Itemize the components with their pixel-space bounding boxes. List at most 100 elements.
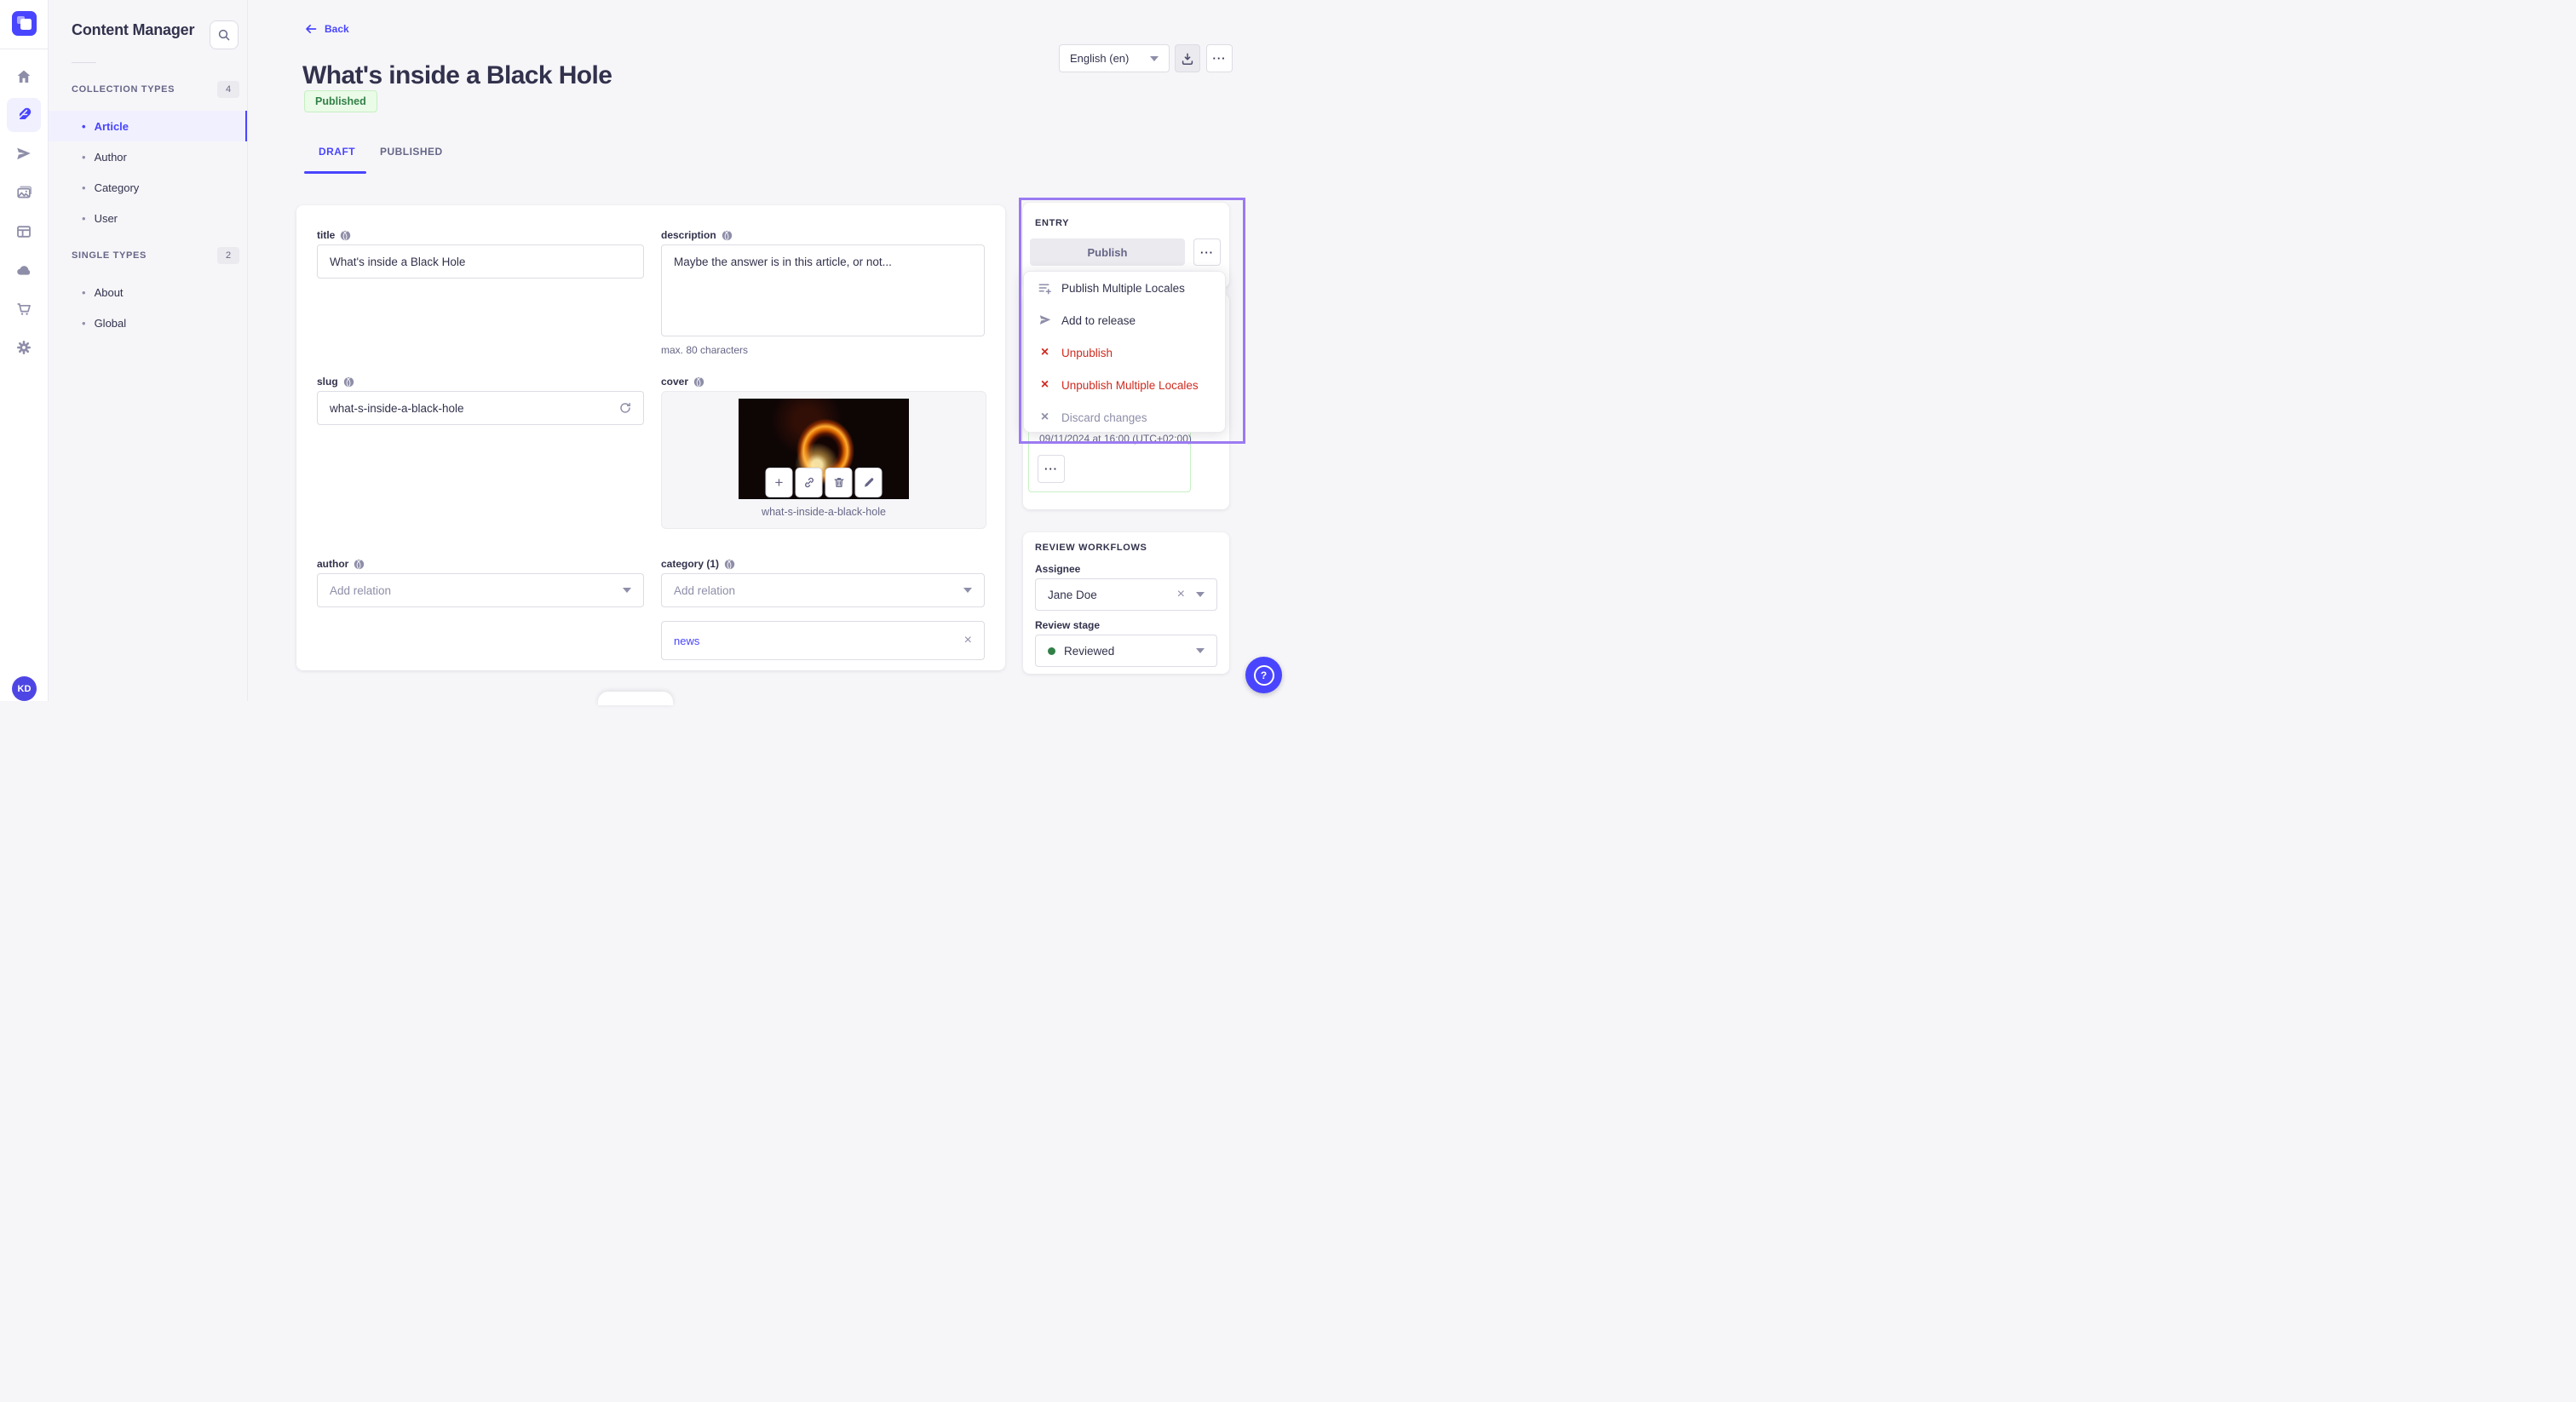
- bullet-icon: •: [82, 316, 86, 330]
- subnav-item-label: Global: [94, 316, 127, 330]
- assignee-label: Assignee: [1035, 563, 1081, 575]
- subnav-item-label: Category: [94, 181, 140, 194]
- menu-item-unpublish-multiple-locales[interactable]: × Unpublish Multiple Locales: [1024, 369, 1225, 401]
- single-types-count-badge: 2: [217, 247, 239, 264]
- entry-more-button[interactable]: ···: [1193, 238, 1221, 266]
- chevron-down-icon: [623, 588, 631, 593]
- subnav-item-global[interactable]: • Global: [48, 307, 247, 338]
- header-more-button[interactable]: ···: [1206, 44, 1233, 72]
- author-placeholder: Add relation: [330, 583, 392, 597]
- add-media-button[interactable]: +: [765, 468, 793, 497]
- subnav-item-article[interactable]: • Article: [48, 111, 247, 141]
- subnav-item-label: About: [94, 285, 124, 299]
- sidebar-item-marketplace[interactable]: [7, 292, 41, 326]
- bullet-icon: •: [82, 119, 86, 133]
- sidebar-item-settings[interactable]: [7, 330, 41, 365]
- delete-media-button[interactable]: [825, 468, 853, 497]
- pencil-icon: [862, 476, 875, 489]
- bottom-toolbar-handle[interactable]: [598, 692, 673, 705]
- description-field-label: description: [661, 229, 733, 241]
- cross-icon: ×: [1040, 377, 1049, 392]
- sidebar-item-home[interactable]: [7, 60, 41, 94]
- sidebar-item-content-type-builder[interactable]: [7, 215, 41, 249]
- cross-icon: ×: [1040, 345, 1049, 359]
- icon-rail: KD: [0, 0, 49, 701]
- user-avatar[interactable]: KD: [12, 676, 37, 701]
- back-link[interactable]: Back: [304, 22, 349, 36]
- author-field-label: author: [317, 558, 365, 570]
- slug-input[interactable]: [317, 391, 644, 425]
- sidebar-item-media-library[interactable]: [7, 175, 41, 210]
- cart-icon: [15, 301, 32, 318]
- tab-published[interactable]: PUBLISHED: [380, 146, 443, 158]
- plus-icon: +: [774, 474, 784, 491]
- subnav-item-about[interactable]: • About: [48, 277, 247, 307]
- subnav-title: Content Manager: [72, 21, 195, 38]
- globe-icon: [343, 376, 354, 388]
- layout-icon: [15, 223, 32, 240]
- menu-item-add-to-release[interactable]: Add to release: [1024, 304, 1225, 336]
- more-icon: ···: [1044, 463, 1058, 475]
- publish-button[interactable]: Publish: [1030, 238, 1185, 266]
- sidebar-item-content-manager[interactable]: [7, 98, 41, 132]
- export-button[interactable]: [1175, 44, 1200, 72]
- cover-actions-toolbar: +: [765, 468, 883, 497]
- subnav-item-label: Article: [94, 119, 129, 133]
- globe-icon: [722, 230, 733, 241]
- category-placeholder: Add relation: [674, 583, 736, 597]
- globe-icon: [340, 230, 351, 241]
- back-label: Back: [325, 23, 349, 35]
- title-input[interactable]: [317, 244, 644, 279]
- edit-media-button[interactable]: [854, 468, 883, 497]
- author-relation-combobox[interactable]: Add relation: [317, 573, 644, 607]
- stage-status-dot: [1048, 646, 1055, 655]
- description-textarea[interactable]: Maybe the answer is in this article, or …: [661, 244, 985, 336]
- release-more-button[interactable]: ···: [1038, 455, 1065, 483]
- stage-value: Reviewed: [1064, 644, 1115, 658]
- menu-item-discard-changes[interactable]: × Discard changes: [1024, 401, 1225, 434]
- sidebar-item-releases[interactable]: [7, 137, 41, 171]
- list-plus-icon: [1038, 281, 1052, 296]
- review-stage-combobox[interactable]: Reviewed: [1035, 635, 1217, 667]
- subnav-item-label: User: [94, 211, 118, 225]
- strapi-logo[interactable]: [12, 11, 37, 36]
- globe-icon: [693, 376, 704, 388]
- subnav-item-author[interactable]: • Author: [48, 141, 247, 172]
- edit-form-card: title description Maybe the answer is in…: [296, 205, 1005, 670]
- regenerate-slug-button[interactable]: [618, 401, 632, 415]
- tab-draft[interactable]: DRAFT: [319, 146, 355, 158]
- question-icon: ?: [1253, 664, 1274, 686]
- help-button[interactable]: ?: [1245, 657, 1282, 693]
- assignee-combobox[interactable]: Jane Doe ×: [1035, 578, 1217, 611]
- locale-select[interactable]: English (en): [1059, 44, 1170, 72]
- clear-assignee-icon[interactable]: ×: [1177, 588, 1185, 601]
- search-icon: [217, 28, 231, 42]
- content-manager-subnav: Content Manager COLLECTION TYPES 4 • Art…: [48, 0, 248, 701]
- chevron-down-icon: [963, 588, 972, 593]
- category-relation-combobox[interactable]: Add relation: [661, 573, 985, 607]
- cross-icon: ×: [1040, 410, 1049, 424]
- bullet-icon: •: [82, 150, 86, 164]
- slug-field-label: slug: [317, 376, 354, 388]
- copy-link-button[interactable]: [795, 468, 823, 497]
- paper-plane-icon: [15, 146, 32, 163]
- link-icon: [802, 476, 815, 489]
- cover-media-card: + what-s-inside-a-black-hole: [661, 391, 986, 529]
- chevron-down-icon: [1196, 592, 1205, 597]
- trash-icon: [832, 476, 845, 489]
- menu-item-unpublish[interactable]: × Unpublish: [1024, 336, 1225, 369]
- menu-item-publish-multiple-locales[interactable]: Publish Multiple Locales: [1024, 272, 1225, 304]
- search-button[interactable]: [210, 20, 239, 49]
- cover-field-label: cover: [661, 376, 704, 388]
- subnav-item-user[interactable]: • User: [48, 203, 247, 233]
- relation-link-news[interactable]: news: [674, 635, 699, 647]
- download-icon: [1181, 52, 1194, 66]
- bullet-icon: •: [82, 285, 86, 299]
- cover-filename: what-s-inside-a-black-hole: [762, 506, 886, 518]
- remove-relation-icon[interactable]: ×: [964, 634, 972, 647]
- description-hint: max. 80 characters: [661, 344, 749, 356]
- review-stage-label: Review stage: [1035, 619, 1101, 631]
- subnav-item-category[interactable]: • Category: [48, 172, 247, 203]
- review-workflows-heading: REVIEW WORKFLOWS: [1035, 543, 1147, 553]
- sidebar-item-cloud[interactable]: [7, 253, 41, 287]
